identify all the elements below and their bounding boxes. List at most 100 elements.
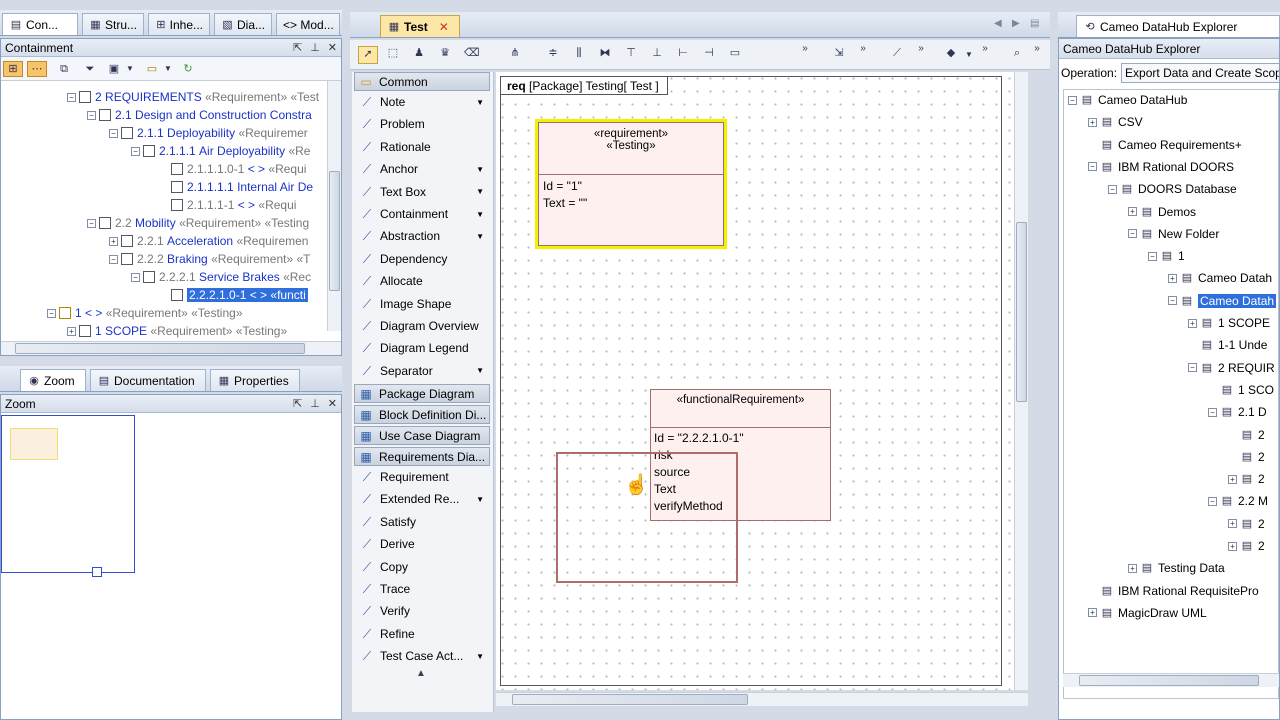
palette-item[interactable]: ⟋ Problem (352, 113, 492, 135)
tree-node[interactable]: − 2.1.1 Deployability «Requiremer (109, 124, 308, 142)
tab-diagram-test[interactable]: ▦ Test ✕ (380, 15, 460, 37)
scroll-tabs-left-icon[interactable]: ◀ (994, 18, 1002, 29)
tree-node[interactable]: 2.1.1.1.0-1 < > «Requi (171, 160, 306, 178)
overflow-chevron-icon[interactable]: » (978, 42, 992, 56)
tab-containment[interactable]: ▤ Con... (2, 13, 78, 35)
palette-item[interactable]: ⟋ Dependency (352, 248, 492, 270)
explorer-node[interactable]: − ▤ IBM Rational DOORS (1088, 158, 1234, 176)
align-right-icon[interactable]: ⊣ (702, 46, 716, 60)
diagram-canvas[interactable]: req [Package] Testing[ Test ] «requireme… (496, 72, 1028, 690)
canvas-horizontal-scrollbar[interactable] (496, 692, 1028, 706)
submenu-arrow-icon[interactable]: ▼ (476, 652, 484, 661)
submenu-arrow-icon[interactable]: ▼ (476, 495, 484, 504)
submenu-arrow-icon[interactable]: ▼ (476, 187, 484, 196)
palette-item[interactable]: ⟋ Diagram Legend (352, 337, 492, 359)
explorer-node[interactable]: ▤ IBM Rational RequisitePro (1088, 582, 1259, 600)
marquee-select-icon[interactable]: ⬚ (386, 46, 400, 60)
tree-node[interactable]: − 2.1.1.1 Air Deployability «Re (131, 142, 310, 160)
expand-toggle-icon[interactable]: + (1128, 563, 1137, 573)
stamp-icon[interactable]: ♛ (438, 46, 452, 60)
palette-item[interactable]: ⟋ Requirement (352, 466, 492, 488)
dots-toggle-icon[interactable]: ⋯ (27, 61, 47, 77)
explorer-node[interactable]: + ▤ Cameo Datah (1168, 269, 1272, 287)
select-pointer-icon[interactable]: ➚ (358, 46, 378, 64)
expand-toggle-icon[interactable]: + (1188, 318, 1197, 328)
same-size-icon[interactable]: ▭ (728, 46, 742, 60)
tree-node[interactable]: + 1 SCOPE «Requirement» «Testing» (67, 322, 287, 340)
expand-toggle-icon[interactable]: − (1088, 162, 1097, 172)
filter-icon[interactable]: ⏷ (83, 62, 97, 76)
expand-toggle-icon[interactable]: − (1148, 251, 1157, 261)
tab-documentation[interactable]: ▤ Documentation (90, 369, 206, 391)
tab-properties[interactable]: ▦ Properties (210, 369, 300, 391)
expand-toggle-icon[interactable]: − (1168, 296, 1177, 306)
explorer-node[interactable]: + ▤ Demos (1128, 203, 1196, 221)
pin-icon[interactable]: ⊥ (310, 41, 320, 54)
tab-inheritance[interactable]: ⊞ Inhe... (148, 13, 210, 35)
expand-toggle-icon[interactable]: − (1208, 496, 1217, 506)
explorer-node[interactable]: + ▤ 2 (1228, 537, 1265, 555)
submenu-arrow-icon[interactable]: ▼ (476, 232, 484, 241)
expand-toggle-icon[interactable]: − (1188, 363, 1197, 373)
tree-node[interactable]: − 2.2 Mobility «Requirement» «Testing (87, 214, 309, 232)
overflow-chevron-icon[interactable]: » (856, 42, 870, 56)
tree-node-selected[interactable]: 2.2.2.1.0-1 < > «functi (171, 286, 308, 304)
palette-group-package-diagram[interactable]: ▦ Package Diagram (354, 384, 490, 403)
scroll-thumb[interactable] (329, 171, 340, 291)
expand-toggle-icon[interactable]: + (1168, 273, 1177, 283)
eraser-icon[interactable]: ⌫ (464, 46, 480, 60)
pan-icon[interactable]: ♟ (412, 46, 426, 60)
distribute-icon[interactable]: ⧓ (598, 46, 612, 60)
scroll-thumb[interactable] (1016, 222, 1027, 402)
palette-item[interactable]: ⟋ Rationale (352, 136, 492, 158)
align-left-icon[interactable]: ⊢ (676, 46, 690, 60)
palette-item[interactable]: ⟋ Image Shape (352, 293, 492, 315)
palette-item[interactable]: ⟋ Allocate (352, 270, 492, 292)
explorer-node[interactable]: − ▤ Cameo DataHub (1068, 91, 1187, 109)
submenu-arrow-icon[interactable]: ▼ (476, 165, 484, 174)
submenu-arrow-icon[interactable]: ▼ (476, 210, 484, 219)
expand-toggle-icon[interactable]: − (1068, 95, 1077, 105)
resize-icon[interactable]: ⇲ (832, 46, 846, 60)
tab-list-icon[interactable]: ▤ (1030, 18, 1039, 29)
explorer-node[interactable]: − ▤ DOORS Database (1108, 180, 1237, 198)
close-tab-icon[interactable]: ✕ (439, 20, 449, 34)
expand-toggle-icon[interactable]: + (1088, 608, 1097, 618)
palette-group-block-definition[interactable]: ▦ Block Definition Di... (354, 405, 490, 424)
explorer-node[interactable]: + ▤ Testing Data (1128, 559, 1225, 577)
tree-node[interactable]: 2.1.1.1-1 < > «Requi (171, 196, 296, 214)
palette-item[interactable]: ⟋ Copy (352, 556, 492, 578)
palette-item[interactable]: ⟋ Note ▼ (352, 91, 492, 113)
tree-node[interactable]: − 2.2.2.1 Service Brakes «Rec (131, 268, 311, 286)
tab-structure[interactable]: ▦ Stru... (82, 13, 144, 35)
refresh-icon[interactable]: ↻ (181, 62, 195, 76)
overflow-chevron-icon[interactable]: » (1030, 42, 1044, 56)
expand-toggle-icon[interactable]: − (1108, 184, 1117, 194)
dropdown-icon[interactable]: ▼ (962, 48, 976, 62)
palette-item[interactable]: ⟋ Satisfy (352, 511, 492, 533)
close-icon[interactable]: ✕ (328, 41, 337, 54)
palette-item[interactable]: ⟋ Extended Re... ▼ (352, 488, 492, 510)
close-icon[interactable]: ✕ (328, 397, 337, 410)
submenu-arrow-icon[interactable]: ▼ (476, 98, 484, 107)
palette-item[interactable]: ⟋ Derive (352, 533, 492, 555)
tree-node[interactable]: − 2.1 Design and Construction Constra (87, 106, 312, 124)
explorer-node[interactable]: − ▤ 2.2 M (1208, 492, 1268, 510)
explorer-node[interactable]: ▤ 1-1 Unde (1188, 336, 1268, 354)
dropdown-icon[interactable]: ▼ (123, 62, 137, 76)
palette-item[interactable]: ⟋ Abstraction ▼ (352, 225, 492, 247)
explorer-node[interactable]: − ▤ New Folder (1128, 225, 1219, 243)
overflow-chevron-icon[interactable]: » (798, 42, 812, 56)
palette-group-use-case[interactable]: ▦ Use Case Diagram (354, 426, 490, 445)
grid-toggle-icon[interactable]: ⊞ (3, 61, 23, 77)
layout-icon[interactable]: ⋔ (508, 46, 522, 60)
tree-node[interactable]: − 1 < > «Requirement» «Testing» (47, 304, 243, 322)
restore-icon[interactable]: ⇱ (293, 397, 302, 410)
expand-toggle-icon[interactable]: + (1088, 117, 1097, 127)
align-center-icon[interactable]: ≑ (546, 46, 560, 60)
explorer-node[interactable]: + ▤ 2 (1228, 515, 1265, 533)
palette-scroll-up-icon[interactable]: ▲ (416, 668, 426, 679)
explorer-node[interactable]: + ▤ 2 (1228, 470, 1265, 488)
expand-toggle-icon[interactable]: + (1228, 541, 1237, 551)
palette-item[interactable]: ⟋ Verify (352, 600, 492, 622)
